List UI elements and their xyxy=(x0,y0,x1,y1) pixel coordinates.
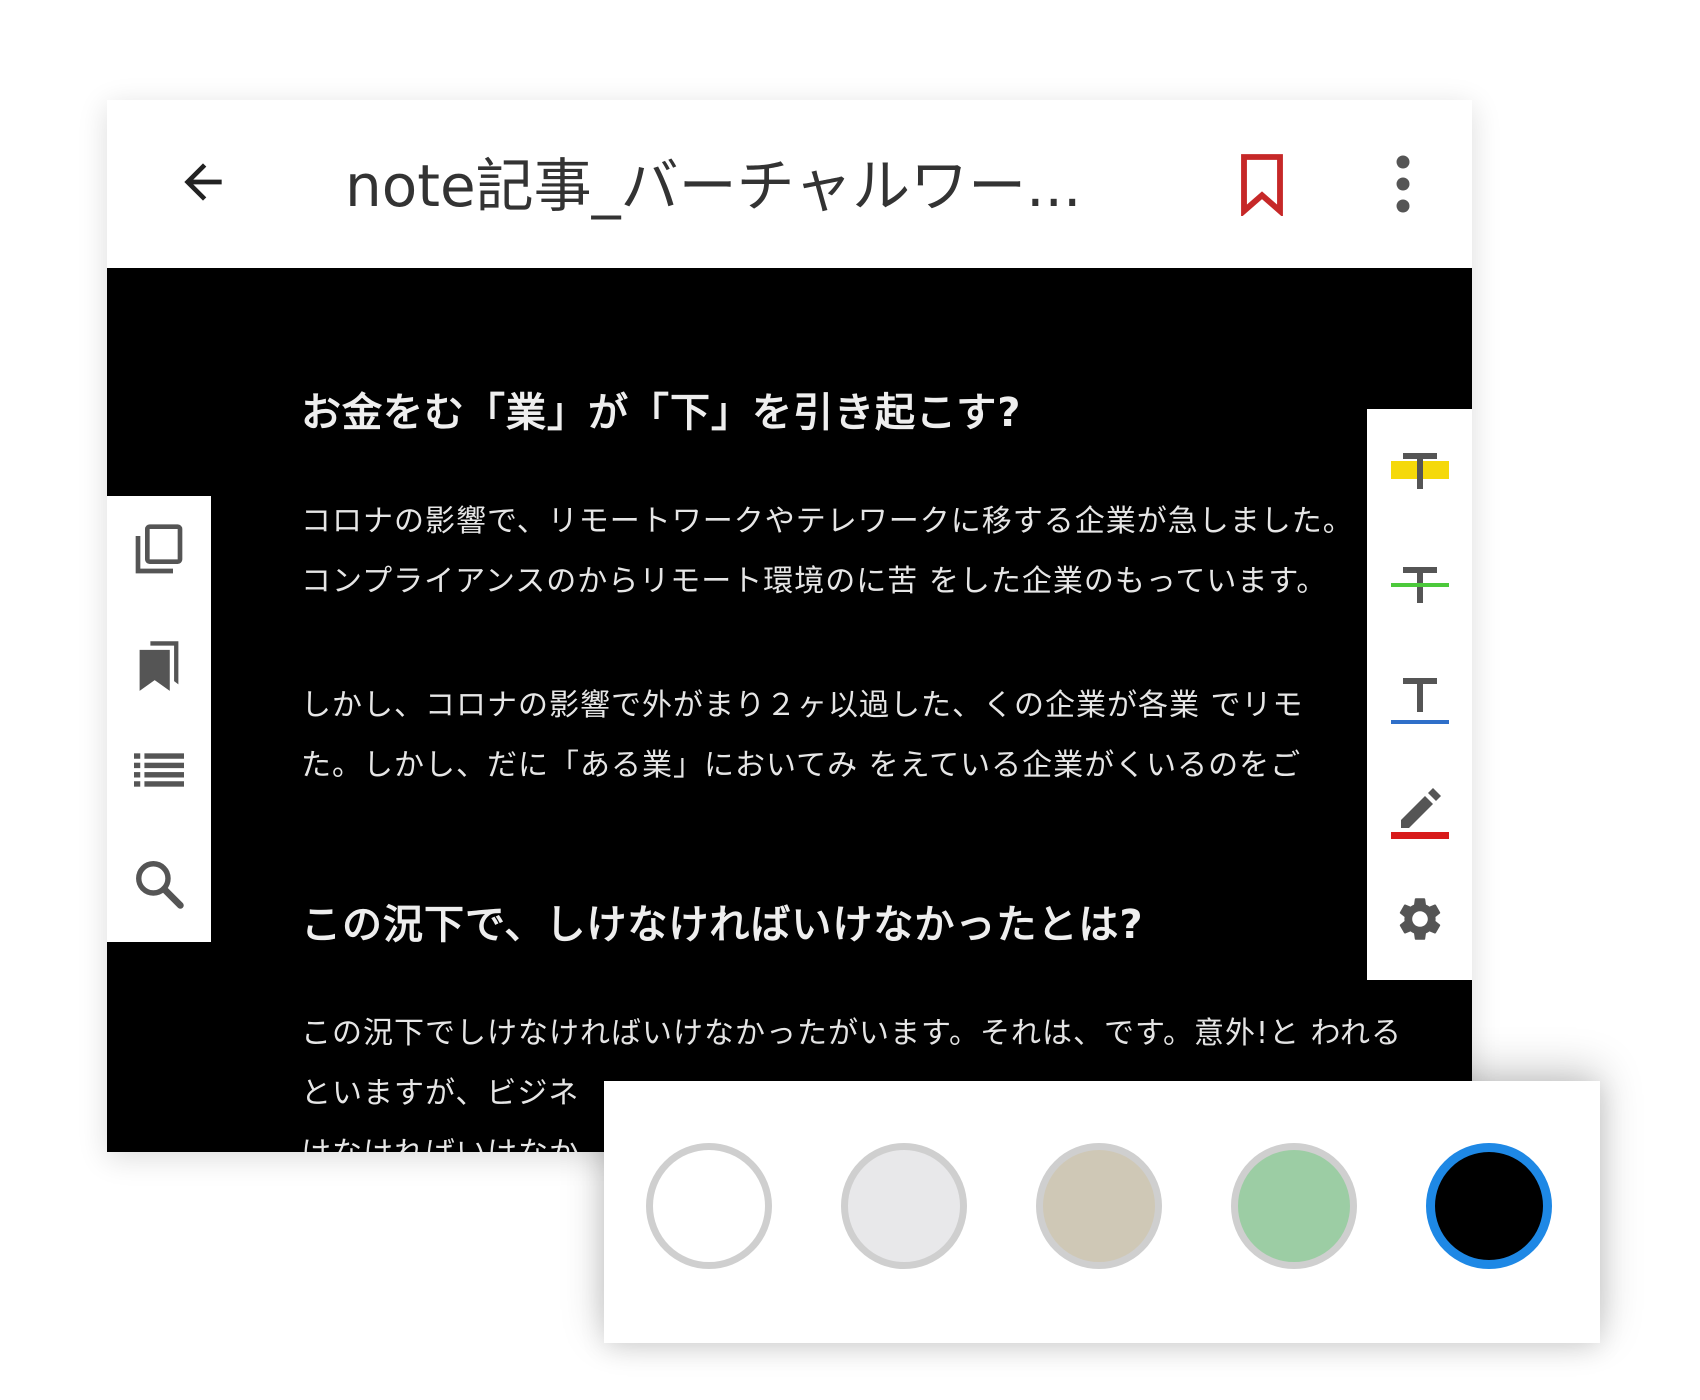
table-of-contents-button[interactable] xyxy=(107,722,211,822)
copy-button[interactable] xyxy=(107,502,211,602)
article-paragraph-line: この況下でしけなければいけなかったがいます。それは、です。意外!と われる xyxy=(301,1016,1403,1051)
color-swatch-black[interactable] xyxy=(1426,1143,1552,1269)
settings-button[interactable] xyxy=(1367,871,1472,971)
strikethrough-green-icon xyxy=(1389,561,1451,617)
bookmark-list-button[interactable] xyxy=(107,617,211,717)
article-heading: この況下で、しけなければいけなかったとは? xyxy=(301,902,1144,948)
left-toolbar xyxy=(107,496,211,942)
reader-view: note記事_バーチャルワー... お金をむ「業」が「下」を引き起こす? コロナ… xyxy=(107,100,1472,1152)
more-options-button[interactable] xyxy=(1365,148,1441,224)
highlighter-yellow-icon xyxy=(1389,447,1451,503)
article-heading: お金をむ「業」が「下」を引き起こす? xyxy=(301,390,1022,436)
pen-tool[interactable] xyxy=(1367,761,1472,861)
arrow-left-icon xyxy=(175,154,231,214)
highlight-tool[interactable] xyxy=(1367,425,1472,525)
article-paragraph-line: コンプライアンスのからリモート環境のに苦 をした企業のもっています。 xyxy=(301,564,1328,599)
article-paragraph-line: けなければいけなか xyxy=(301,1128,580,1152)
copy-pages-icon xyxy=(131,522,187,582)
underline-tool[interactable] xyxy=(1367,653,1472,753)
article-paragraph-line: といますが、ビジネ xyxy=(301,1076,580,1111)
color-swatch-beige[interactable] xyxy=(1036,1143,1162,1269)
search-button[interactable] xyxy=(107,836,211,936)
screen: note記事_バーチャルワー... お金をむ「業」が「下」を引き起こす? コロナ… xyxy=(0,0,1700,1400)
search-icon xyxy=(132,857,186,915)
article-paragraph-line: た。しかし、だに「ある業」においてみ をえている企業がくいるのをご xyxy=(301,748,1302,783)
article-paragraph-line: しかし、コロナの影響で外がまり２ヶ以過した、くの企業が各業 でリモ xyxy=(301,688,1304,723)
top-app-bar: note記事_バーチャルワー... xyxy=(107,100,1472,268)
document-title: note記事_バーチャルワー... xyxy=(345,152,1082,220)
article-content: お金をむ「業」が「下」を引き起こす? コロナの影響で、リモートワークやテレワーク… xyxy=(301,268,1472,1152)
color-swatch-green[interactable] xyxy=(1231,1143,1357,1269)
underline-blue-icon xyxy=(1389,672,1451,734)
more-vertical-icon xyxy=(1393,154,1413,218)
pencil-red-icon xyxy=(1389,778,1451,844)
background-color-picker xyxy=(604,1081,1600,1343)
bookmarks-icon xyxy=(133,637,185,697)
back-button[interactable] xyxy=(165,146,241,222)
color-swatch-white[interactable] xyxy=(646,1143,772,1269)
bookmark-button[interactable] xyxy=(1224,148,1300,224)
color-swatch-light-gray[interactable] xyxy=(841,1143,967,1269)
strikethrough-tool[interactable] xyxy=(1367,539,1472,639)
annotation-toolbar xyxy=(1367,409,1472,980)
bookmark-outline-icon xyxy=(1235,152,1289,220)
settings-gear-icon xyxy=(1394,893,1446,949)
table-of-contents-icon xyxy=(134,753,184,791)
article-paragraph-line: コロナの影響で、リモートワークやテレワークに移する企業が急しました。 xyxy=(301,504,1354,539)
